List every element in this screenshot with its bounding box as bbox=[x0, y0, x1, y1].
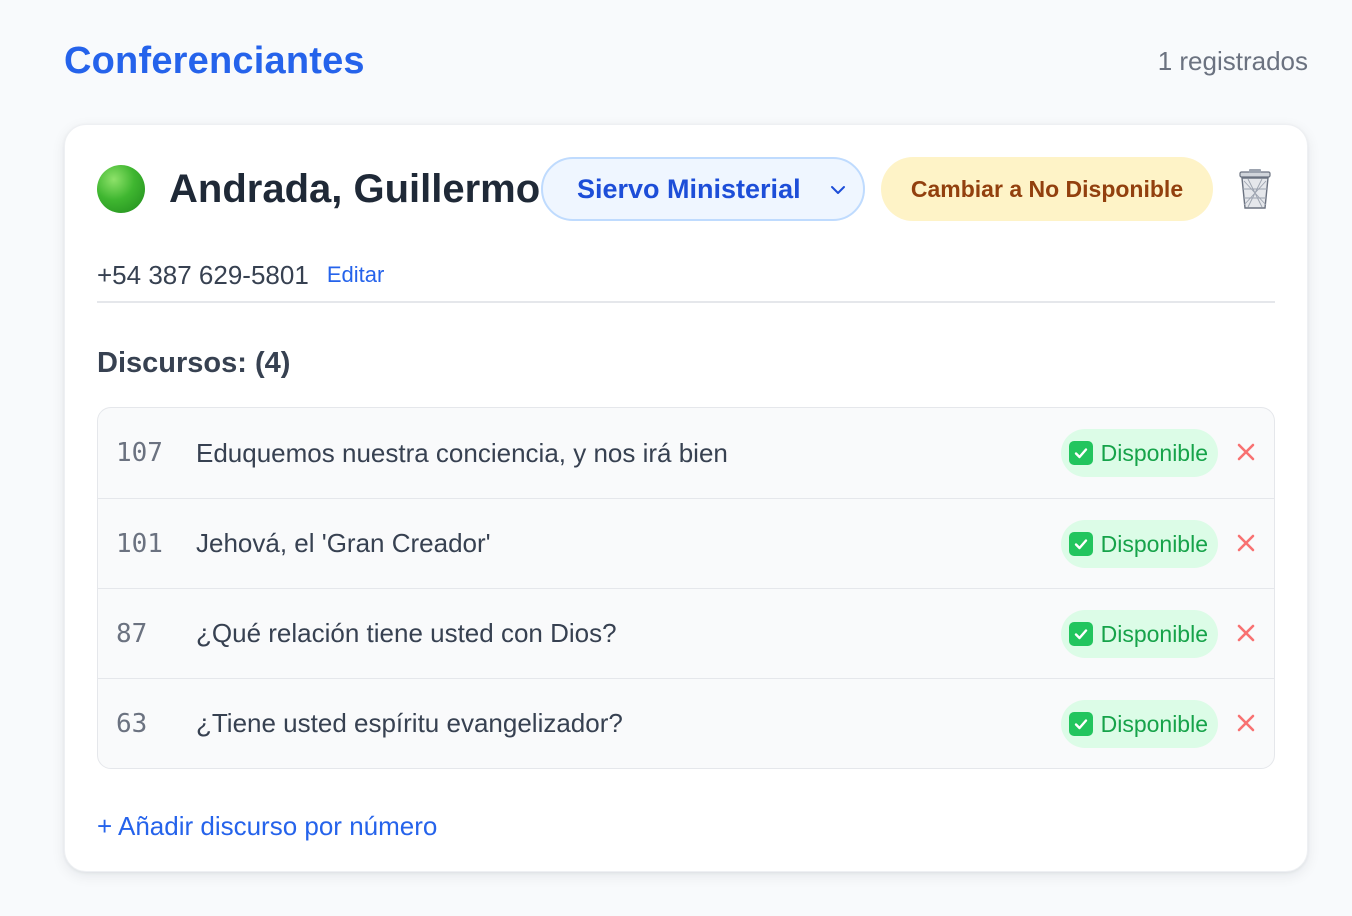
delete-speaker-button[interactable] bbox=[1235, 167, 1275, 211]
talk-status-label: Disponible bbox=[1100, 620, 1208, 647]
remove-talk-button[interactable] bbox=[1232, 709, 1260, 737]
talk-status-badge[interactable]: Disponible bbox=[1060, 429, 1218, 477]
page-header: Conferenciantes 1 registrados bbox=[64, 0, 1308, 126]
toggle-availability-button[interactable]: Cambiar a No Disponible bbox=[881, 157, 1213, 221]
talk-row: 87 ¿Qué relación tiene usted con Dios? D… bbox=[98, 588, 1274, 678]
close-icon bbox=[1237, 443, 1255, 461]
remove-talk-button[interactable] bbox=[1232, 529, 1260, 557]
talk-row: 107 Eduquemos nuestra conciencia, y nos … bbox=[98, 408, 1274, 498]
speaker-phone: +54 387 629-5801 bbox=[97, 259, 309, 290]
talk-number: 87 bbox=[116, 618, 148, 649]
talk-number: 63 bbox=[116, 708, 148, 739]
talk-status-label: Disponible bbox=[1100, 439, 1208, 466]
add-talk-link[interactable]: + Añadir discurso por número bbox=[97, 811, 437, 842]
talk-number: 101 bbox=[116, 528, 163, 559]
talk-row: 63 ¿Tiene usted espíritu evangelizador? … bbox=[98, 678, 1274, 768]
talk-list: 107 Eduquemos nuestra conciencia, y nos … bbox=[97, 407, 1275, 769]
page: Conferenciantes 1 registrados Andrada, G… bbox=[0, 0, 1352, 916]
speaker-name: Andrada, Guillermo bbox=[169, 167, 541, 211]
talk-status-badge[interactable]: Disponible bbox=[1060, 520, 1218, 568]
close-icon bbox=[1237, 624, 1255, 642]
close-icon bbox=[1237, 534, 1255, 552]
role-select[interactable]: Siervo Ministerial bbox=[541, 157, 865, 221]
check-mark-icon bbox=[1068, 532, 1093, 556]
registered-count: 1 registrados bbox=[1157, 45, 1308, 76]
talk-number: 107 bbox=[116, 438, 163, 468]
talk-status-badge[interactable]: Disponible bbox=[1060, 610, 1218, 658]
remove-talk-button[interactable] bbox=[1232, 619, 1260, 647]
talk-status-label: Disponible bbox=[1100, 710, 1208, 737]
divider bbox=[97, 301, 1275, 303]
check-mark-icon bbox=[1068, 712, 1093, 736]
remove-talk-button[interactable] bbox=[1232, 438, 1260, 466]
green-circle-icon bbox=[97, 165, 145, 213]
close-icon bbox=[1237, 714, 1255, 732]
page-title: Conferenciantes bbox=[64, 39, 365, 82]
talk-status-badge[interactable]: Disponible bbox=[1060, 700, 1218, 748]
check-mark-icon bbox=[1068, 622, 1093, 646]
edit-link[interactable]: Editar bbox=[327, 262, 384, 288]
trash-icon bbox=[1239, 169, 1271, 209]
check-mark-icon bbox=[1068, 441, 1093, 465]
speaker-card: Andrada, Guillermo Siervo Ministerial Ca… bbox=[64, 124, 1308, 872]
talk-row: 101 Jehová, el 'Gran Creador' Disponible bbox=[98, 498, 1274, 588]
talks-heading: Discursos: (4) bbox=[97, 347, 291, 379]
contact-row: +54 387 629-5801 Editar bbox=[97, 253, 1275, 297]
role-select-value: Siervo Ministerial bbox=[577, 173, 801, 204]
speaker-card-header: Andrada, Guillermo Siervo Ministerial Ca… bbox=[97, 125, 1275, 253]
talk-status-label: Disponible bbox=[1100, 530, 1208, 557]
chevron-down-icon bbox=[831, 186, 845, 194]
